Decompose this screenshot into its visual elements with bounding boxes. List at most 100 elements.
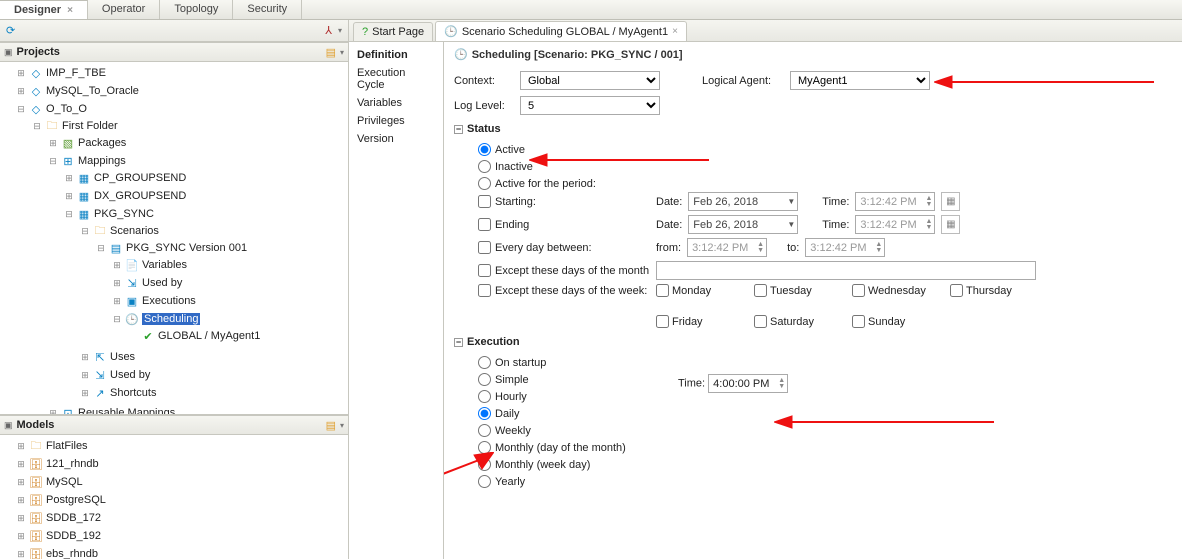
starting-label: Starting: (495, 196, 536, 208)
exec-monthly-wd[interactable]: Monthly (week day) (478, 456, 678, 473)
from-time[interactable]: 3:12:42 PM▲▼ (687, 238, 767, 257)
tree-item[interactable]: First Folder (62, 120, 118, 132)
tree-item[interactable]: Used by (142, 277, 182, 289)
tree-item[interactable]: GLOBAL / MyAgent1 (158, 330, 260, 342)
models-panel: ▣ Models ▤ ▾ ⊞🗀FlatFiles ⊞🗄121_rhndb ⊞🗄M… (0, 414, 348, 559)
tree-item[interactable]: 121_rhndb (46, 458, 99, 470)
model-icon: 🗄 (29, 511, 43, 525)
starting-check[interactable] (478, 195, 491, 208)
time-label: Time: (822, 219, 849, 231)
tree-item[interactable]: Shortcuts (110, 387, 156, 399)
everyday-check[interactable] (478, 241, 491, 254)
collapse-icon[interactable]: ▣ (4, 47, 13, 58)
calendar-icon[interactable]: ▦ (941, 192, 960, 211)
ending-check[interactable] (478, 218, 491, 231)
tab-operator[interactable]: Operator (88, 0, 160, 19)
to-time[interactable]: 3:12:42 PM▲▼ (805, 238, 885, 257)
exec-time-input[interactable]: 4:00:00 PM▲▼ (708, 374, 788, 393)
models-panel-header[interactable]: ▣ Models ▤ ▾ (0, 415, 348, 435)
status-active[interactable]: Active (478, 141, 1172, 158)
except-month-input[interactable] (656, 261, 1036, 280)
day-fri[interactable]: Friday (656, 315, 736, 328)
exec-daily[interactable]: Daily (478, 405, 678, 422)
schedule-icon: 🕒 (444, 25, 458, 38)
agent-select[interactable]: MyAgent1 (790, 71, 930, 90)
tree-item[interactable]: PKG_SYNC (94, 208, 154, 220)
calendar-icon[interactable]: ▦ (941, 215, 960, 234)
tree-item[interactable]: Reusable Mappings (78, 407, 175, 414)
tree-item[interactable]: IMP_F_TBE (46, 67, 106, 79)
tree-item[interactable]: PKG_SYNC Version 001 (126, 242, 247, 254)
day-sun[interactable]: Sunday (852, 315, 932, 328)
tree-item[interactable]: Packages (78, 137, 126, 149)
day-thu[interactable]: Thursday (950, 284, 1030, 297)
close-icon[interactable]: × (672, 26, 678, 37)
collapse-icon[interactable]: − (454, 125, 463, 134)
tab-start-page[interactable]: ?Start Page (353, 22, 433, 41)
execution-section-header[interactable]: −Execution (454, 336, 1172, 348)
section-variables[interactable]: Variables (349, 94, 443, 112)
collapse-icon[interactable]: − (454, 338, 463, 347)
except-month-check[interactable] (478, 264, 491, 277)
tree-item[interactable]: MySQL_To_Oracle (46, 85, 139, 97)
tree-item[interactable]: O_To_O (46, 103, 87, 115)
models-tree[interactable]: ⊞🗀FlatFiles ⊞🗄121_rhndb ⊞🗄MySQL ⊞🗄Postgr… (0, 435, 348, 559)
day-wed[interactable]: Wednesday (852, 284, 932, 297)
tree-item[interactable]: Scenarios (110, 225, 159, 237)
section-execution-cycle[interactable]: Execution Cycle (349, 64, 443, 94)
tree-item[interactable]: PostgreSQL (46, 494, 106, 506)
exec-yearly[interactable]: Yearly (478, 473, 678, 490)
add-project-icon[interactable]: ▤ (326, 46, 336, 59)
tree-item[interactable]: MySQL (46, 476, 83, 488)
projects-panel-header[interactable]: ▣ Projects ▤ ▾ (0, 42, 348, 62)
status-activefor[interactable]: Active for the period: (478, 175, 1172, 192)
tree-item[interactable]: FlatFiles (46, 440, 88, 452)
exec-weekly[interactable]: Weekly (478, 422, 678, 439)
tree-item[interactable]: SDDB_172 (46, 512, 101, 524)
perspective-tabs: Designer× Operator Topology Security (0, 0, 1182, 20)
add-model-icon[interactable]: ▤ (326, 419, 336, 432)
close-icon[interactable]: × (67, 5, 73, 16)
tree-item[interactable]: Used by (110, 369, 150, 381)
projects-tree[interactable]: ⊞◇IMP_F_TBE ⊞◇MySQL_To_Oracle ⊟◇O_To_O ⊟… (0, 62, 348, 414)
except-week-check[interactable] (478, 284, 491, 297)
tab-topology[interactable]: Topology (160, 0, 233, 19)
exec-hourly[interactable]: Hourly (478, 388, 678, 405)
context-select[interactable]: Global (520, 71, 660, 90)
section-version[interactable]: Version (349, 130, 443, 148)
day-tue[interactable]: Tuesday (754, 284, 834, 297)
tab-security[interactable]: Security (233, 0, 302, 19)
ending-time[interactable]: 3:12:42 PM▲▼ (855, 215, 935, 234)
exec-monthly-dom[interactable]: Monthly (day of the month) (478, 439, 678, 456)
status-inactive[interactable]: Inactive (478, 158, 1172, 175)
tree-item[interactable]: CP_GROUPSEND (94, 172, 186, 184)
starting-date[interactable]: Feb 26, 2018▼ (688, 192, 798, 211)
tree-item[interactable]: SDDB_192 (46, 530, 101, 542)
context-label: Context: (454, 75, 514, 87)
mapping-icon: ▦ (77, 207, 91, 221)
folder-icon: 🗀 (93, 224, 107, 238)
tree-item[interactable]: Mappings (78, 155, 126, 167)
starting-time[interactable]: 3:12:42 PM▲▼ (855, 192, 935, 211)
tree-item[interactable]: ebs_rhndb (46, 548, 98, 559)
log-level-select[interactable]: 5 (520, 96, 660, 115)
tree-item[interactable]: DX_GROUPSEND (94, 190, 186, 202)
day-sat[interactable]: Saturday (754, 315, 834, 328)
tab-designer[interactable]: Designer× (0, 0, 88, 19)
tree-item[interactable]: Variables (142, 259, 187, 271)
hierarchy-icon[interactable]: ⅄ (325, 24, 332, 37)
status-section-header[interactable]: −Status (454, 123, 1172, 135)
collapse-icon[interactable]: ▣ (4, 420, 13, 431)
day-mon[interactable]: Monday (656, 284, 736, 297)
exec-onstartup[interactable]: On startup (478, 354, 678, 371)
tree-item[interactable]: Uses (110, 351, 135, 363)
exec-simple[interactable]: Simple (478, 371, 678, 388)
refresh-icon[interactable]: ⟳ (6, 24, 15, 37)
section-definition[interactable]: Definition (349, 46, 443, 64)
tree-item[interactable]: Executions (142, 295, 196, 307)
models-title: Models (17, 419, 322, 431)
ending-date[interactable]: Feb 26, 2018▼ (688, 215, 798, 234)
section-privileges[interactable]: Privileges (349, 112, 443, 130)
tree-item-selected[interactable]: Scheduling (142, 313, 200, 325)
tab-scheduling[interactable]: 🕒Scenario Scheduling GLOBAL / MyAgent1× (435, 21, 687, 41)
